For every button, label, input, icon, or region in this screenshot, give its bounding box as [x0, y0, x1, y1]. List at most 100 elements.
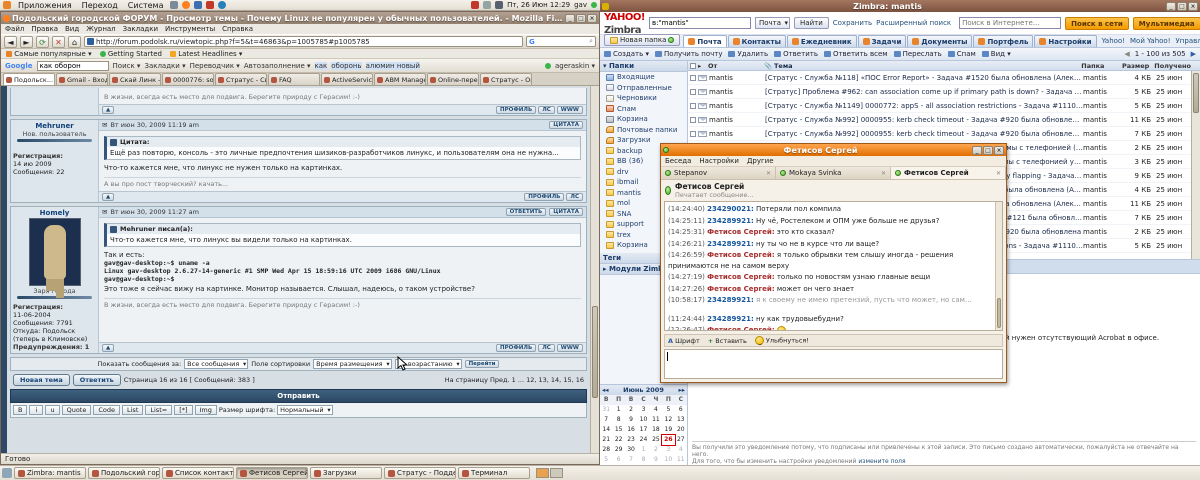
workspace-2[interactable]	[550, 468, 563, 478]
app-tab[interactable]: Задачи	[858, 35, 907, 47]
app-tab[interactable]: Документы	[907, 35, 972, 47]
calendar-day[interactable]: 10	[637, 415, 649, 425]
highlight-word-button[interactable]: алюмин новый	[366, 62, 420, 70]
top-button[interactable]: ▲	[102, 344, 114, 352]
font-button[interactable]: A Шрифт	[668, 337, 700, 345]
settings-link[interactable]: измените поля	[858, 458, 905, 465]
calendar-day[interactable]: 9	[625, 415, 637, 425]
chat-scrollbar[interactable]	[995, 202, 1002, 330]
close-tab-icon[interactable]: ✕	[881, 170, 886, 177]
app-tab[interactable]: Настройки	[1034, 35, 1096, 47]
google-translate-button[interactable]: Переводчик ▾	[190, 62, 240, 70]
calendar-day[interactable]: 25	[650, 435, 662, 445]
row-checkbox[interactable]	[690, 131, 696, 137]
highlight-word-button[interactable]: оборонь	[331, 62, 361, 70]
zimbra-titlebar[interactable]: Zimbra: mantis _ □ ×	[600, 0, 1200, 12]
menu-item[interactable]: Справка	[222, 25, 253, 33]
conversation-tab[interactable]: Mokaya Svinka ✕	[776, 167, 891, 179]
post-reply-button[interactable]: Ответить	[73, 374, 121, 386]
taskbar-window-button[interactable]: Загрузки	[310, 467, 382, 479]
bbcode-button[interactable]: Quote	[62, 405, 92, 415]
firefox-launcher-icon[interactable]	[182, 1, 190, 9]
bookmark-most-visited[interactable]: Самые популярные ▾	[6, 50, 92, 58]
url-bar[interactable]: http://forum.podolsk.ru/viewtopic.php?f=…	[84, 36, 523, 47]
pm-button[interactable]: ЛС	[538, 344, 555, 352]
network-tray-icon[interactable]	[471, 1, 479, 9]
app-tab[interactable]: Ежедневник	[787, 35, 857, 47]
browser-tab[interactable]: 0000776: sob3...	[162, 73, 214, 85]
calendar-prev-icon[interactable]: ◂◂	[602, 386, 609, 394]
toolbar-button[interactable]: Вид ▾	[982, 50, 1011, 58]
calendar-day[interactable]: 29	[612, 445, 624, 455]
header-link[interactable]: Управление учетной записью	[1176, 37, 1200, 45]
top-button[interactable]: ▲	[102, 193, 114, 201]
folder-item[interactable]: Почтовые папки	[600, 125, 687, 136]
toolbar-button[interactable]: Получить почту	[655, 50, 723, 58]
app-tab[interactable]: Портфель	[973, 35, 1033, 47]
search-scope-select[interactable]: Почта	[755, 17, 790, 29]
menu-item[interactable]: Инструменты	[165, 25, 215, 33]
reload-button[interactable]: ⟳	[36, 36, 49, 48]
folder-item[interactable]: Отправленные	[600, 83, 687, 94]
bbcode-button[interactable]: u	[45, 405, 59, 415]
folder-item[interactable]: Спам	[600, 104, 687, 115]
menu-item[interactable]: Закладки	[123, 25, 158, 33]
attachment-column-icon[interactable]: 📎	[764, 62, 774, 70]
browser-tab[interactable]: FAQ	[268, 73, 320, 85]
evolution-launcher-icon[interactable]	[194, 1, 202, 9]
save-search-link[interactable]: Сохранить	[833, 19, 872, 27]
calendar-day[interactable]: 16	[625, 425, 637, 435]
reply-button[interactable]: ОТВЕТИТЬ	[506, 208, 547, 216]
author-name[interactable]: Homely	[13, 209, 96, 217]
folder-item[interactable]: Корзина	[600, 114, 687, 125]
browser-tab[interactable]: Online-перево...	[427, 73, 479, 85]
mail-row[interactable]: mantis [Стратус - Служба №992] 0000955: …	[688, 127, 1191, 141]
minimize-button[interactable]: _	[1166, 2, 1176, 11]
calendar-day[interactable]: 23	[625, 435, 637, 445]
row-checkbox[interactable]	[690, 103, 696, 109]
calendar-day[interactable]: 5	[600, 455, 612, 465]
close-tab-icon[interactable]: ✕	[766, 170, 771, 177]
bbcode-button[interactable]: Img	[195, 405, 217, 415]
close-tab-icon[interactable]: ✕	[996, 170, 1001, 177]
browser-tab[interactable]: ActiveService...	[321, 73, 373, 85]
home-button[interactable]: ⌂	[68, 36, 81, 48]
mail-list-scrollbar[interactable]	[1191, 71, 1200, 259]
browser-tab[interactable]: Gmail - Вход...	[56, 73, 108, 85]
menu-item[interactable]: Файл	[5, 25, 24, 33]
taskbar-window-button[interactable]: Список контактов	[162, 467, 234, 479]
taskbar-window-button[interactable]: Фетисов Сергей	[236, 467, 308, 479]
folders-section-header[interactable]: ▾ Папки	[600, 61, 687, 72]
close-button[interactable]: ×	[1188, 2, 1198, 11]
profile-button[interactable]: ПРОФИЛЬ	[496, 344, 536, 352]
calendar-day[interactable]: 14	[600, 425, 612, 435]
vertical-scrollbar[interactable]	[590, 86, 599, 453]
folder-item[interactable]: Черновики	[600, 93, 687, 104]
system-menu[interactable]: Система	[125, 1, 167, 10]
calendar-day[interactable]: 15	[612, 425, 624, 435]
bbcode-button[interactable]: Code	[93, 405, 120, 415]
sort-by-select[interactable]: Время размещения	[313, 359, 391, 369]
pm-button[interactable]: ЛС	[566, 193, 583, 201]
highlight-word-button[interactable]: как	[315, 62, 328, 70]
paging-previous-icon[interactable]: ◀	[1124, 50, 1129, 58]
calendar-day[interactable]: 11	[650, 415, 662, 425]
browser-tab[interactable]: Стратус - Сво...	[215, 73, 267, 85]
bbcode-button[interactable]: B	[13, 405, 27, 415]
web-search-button[interactable]: Поиск в сети	[1065, 17, 1129, 30]
chat-menu-item[interactable]: Настройки	[699, 157, 739, 165]
top-button[interactable]: ▲	[102, 106, 114, 114]
quote-button[interactable]: ЦИТАТА	[549, 121, 583, 129]
calendar-day[interactable]: 2	[650, 445, 662, 455]
applications-menu[interactable]: Приложения	[15, 1, 75, 10]
calendar-day[interactable]: 13	[675, 415, 687, 425]
calendar-day[interactable]: 28	[600, 445, 612, 455]
mail-search-input[interactable]	[649, 17, 751, 29]
profile-button[interactable]: ПРОФИЛЬ	[524, 193, 564, 201]
web-search-input[interactable]	[959, 17, 1061, 29]
received-column-header[interactable]: Получено	[1151, 62, 1191, 70]
calendar-day[interactable]: 6	[675, 405, 687, 415]
flag-column-icon[interactable]: ▸	[698, 62, 708, 70]
calendar-day[interactable]: 1	[612, 405, 624, 415]
new-folder-button[interactable]: Новая папка	[604, 34, 680, 46]
